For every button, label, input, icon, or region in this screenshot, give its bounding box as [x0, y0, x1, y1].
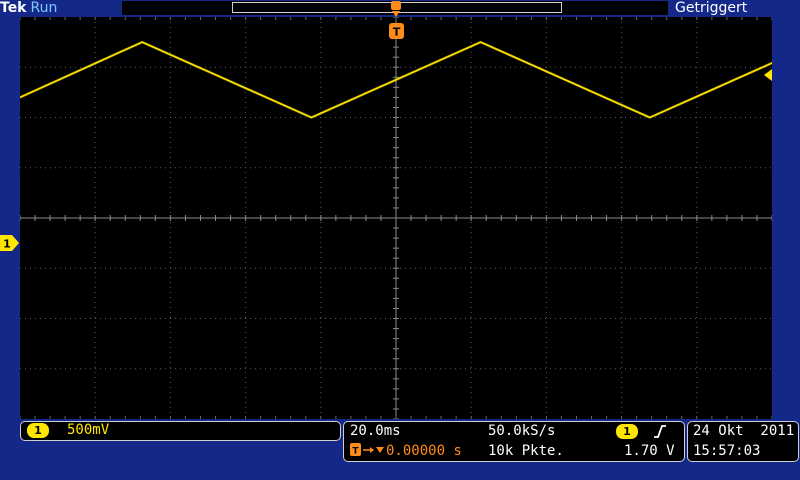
trigger-status: Getriggert [675, 0, 748, 16]
svg-text:T: T [352, 447, 359, 457]
timebase-panel[interactable]: 20.0ms 50.0kS/s 1 T 0.00000 s 10k Pkte. … [343, 421, 685, 462]
trigger-level: 1.70 V [624, 443, 675, 459]
channel-1-badge: 1 [27, 423, 49, 438]
record-length: 10k Pkte. [488, 443, 564, 459]
trigger-source-badge: 1 [616, 424, 638, 439]
trigger-delay-icon: T [350, 443, 384, 457]
date-display: 24 Okt 2011 [693, 423, 795, 439]
run-state-label: Run [30, 0, 58, 16]
date-time-panel[interactable]: 24 Okt 2011 15:57:03 [687, 421, 799, 462]
channel-1-marker-label: 1 [3, 238, 11, 251]
time-display: 15:57:03 [693, 443, 761, 459]
channel-1-scale: 500mV [67, 422, 110, 438]
brand-label: Tek [0, 0, 27, 16]
channel-1-scale-panel[interactable]: 1 500mV [20, 421, 341, 441]
brand-run-state: Tek Run [0, 0, 57, 18]
delay-row: T 0.00000 s [350, 443, 462, 459]
sample-rate: 50.0kS/s [488, 423, 556, 439]
rising-edge-icon [653, 424, 667, 443]
channel-1-ground-marker[interactable]: 1 [0, 235, 20, 251]
trigger-position-marker-label: T [393, 26, 401, 39]
trigger-position-marker-icon[interactable]: T [389, 23, 404, 39]
trigger-point-marker-icon [391, 0, 401, 18]
waveform-display [19, 16, 800, 420]
trigger-delay-value: 0.00000 s [386, 443, 462, 459]
horizontal-scale: 20.0ms [350, 423, 401, 439]
oscilloscope-graticule [19, 16, 800, 420]
trigger-level-arrow-icon[interactable] [762, 66, 772, 81]
